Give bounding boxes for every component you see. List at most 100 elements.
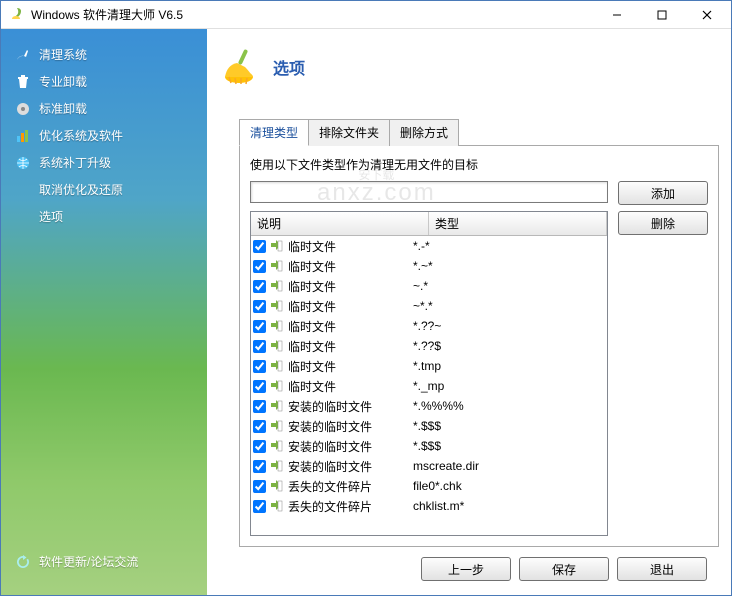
file-icon — [268, 418, 284, 434]
file-icon — [268, 438, 284, 454]
row-checkbox[interactable] — [253, 340, 266, 353]
row-type: ~.* — [413, 279, 607, 293]
row-type: mscreate.dir — [413, 459, 607, 473]
table-row[interactable]: 临时文件 *.-* — [251, 236, 607, 256]
file-icon — [268, 318, 284, 334]
row-type: ~*.* — [413, 299, 607, 313]
table-row[interactable]: 安装的临时文件 mscreate.dir — [251, 456, 607, 476]
sidebar-item-2[interactable]: 标准卸载 — [1, 95, 207, 122]
row-desc: 临时文件 — [288, 278, 336, 295]
row-desc: 临时文件 — [288, 298, 336, 315]
table-row[interactable]: 丢失的文件碎片file0*.chk — [251, 476, 607, 496]
file-icon — [268, 238, 284, 254]
row-checkbox[interactable] — [253, 420, 266, 433]
row-desc: 临时文件 — [288, 258, 336, 275]
page-header: 选项 — [219, 45, 719, 88]
sidebar-item-label: 取消优化及还原 — [39, 181, 123, 198]
row-checkbox[interactable] — [253, 480, 266, 493]
footer: 上一步 保存 退出 — [219, 547, 719, 585]
row-checkbox[interactable] — [253, 240, 266, 253]
sidebar-item-1[interactable]: 专业卸载 — [1, 68, 207, 95]
row-desc: 丢失的文件碎片 — [288, 498, 372, 515]
row-checkbox[interactable] — [253, 320, 266, 333]
row-type: *.$$$ — [413, 419, 607, 433]
refresh-icon — [15, 554, 31, 570]
table-row[interactable]: 丢失的文件碎片 chklist.m* — [251, 496, 607, 516]
row-checkbox[interactable] — [253, 440, 266, 453]
row-checkbox[interactable] — [253, 460, 266, 473]
row-type: *.??~ — [413, 319, 607, 333]
sidebar-item-label: 选项 — [39, 208, 63, 225]
file-icon — [268, 458, 284, 474]
file-icon — [268, 358, 284, 374]
tab-bar: 清理类型排除文件夹删除方式 — [239, 118, 719, 145]
row-checkbox[interactable] — [253, 500, 266, 513]
table-row[interactable]: 临时文件 *._mp — [251, 376, 607, 396]
sidebar-item-3[interactable]: 优化系统及软件 — [1, 122, 207, 149]
row-desc: 临时文件 — [288, 238, 336, 255]
column-header-desc[interactable]: 说明 — [251, 212, 429, 235]
trash-icon — [15, 74, 31, 90]
table-row[interactable]: 安装的临时文件 *.$$$ — [251, 416, 607, 436]
table-row[interactable]: 临时文件*.~* — [251, 256, 607, 276]
row-type: *._mp — [413, 379, 607, 393]
table-row[interactable]: 安装的临时文件*.%%%% — [251, 396, 607, 416]
sidebar: 清理系统专业卸载标准卸载优化系统及软件系统补丁升级取消优化及还原选项 软件更新/… — [1, 29, 207, 595]
tab-0[interactable]: 清理类型 — [239, 119, 309, 146]
filetype-input[interactable] — [250, 181, 608, 203]
delete-button[interactable]: 删除 — [618, 211, 708, 235]
file-icon — [268, 378, 284, 394]
row-type: *.-* — [413, 239, 607, 253]
row-checkbox[interactable] — [253, 300, 266, 313]
tab-1[interactable]: 排除文件夹 — [308, 119, 390, 146]
content-area: 选项 清理类型排除文件夹删除方式 使用以下文件类型作为清理无用文件的目标 添加 … — [207, 29, 731, 595]
add-button[interactable]: 添加 — [618, 181, 708, 205]
file-icon — [268, 478, 284, 494]
maximize-button[interactable] — [639, 2, 684, 28]
chart-icon — [15, 128, 31, 144]
row-type: *.tmp — [413, 359, 607, 373]
table-row[interactable]: 临时文件 *.??~ — [251, 316, 607, 336]
save-button[interactable]: 保存 — [519, 557, 609, 581]
row-desc: 安装的临时文件 — [288, 418, 372, 435]
broom-icon — [219, 45, 259, 88]
table-row[interactable]: 临时文件 ~*.* — [251, 296, 607, 316]
row-checkbox[interactable] — [253, 400, 266, 413]
sidebar-item-0[interactable]: 清理系统 — [1, 41, 207, 68]
globe-icon — [15, 155, 31, 171]
close-button[interactable] — [684, 2, 729, 28]
sidebar-item-update[interactable]: 软件更新/论坛交流 — [1, 548, 207, 575]
row-type: *.$$$ — [413, 439, 607, 453]
prev-button[interactable]: 上一步 — [421, 557, 511, 581]
row-type: chklist.m* — [413, 499, 607, 513]
sidebar-item-label: 优化系统及软件 — [39, 127, 123, 144]
file-icon — [268, 338, 284, 354]
row-desc: 临时文件 — [288, 378, 336, 395]
row-desc: 安装的临时文件 — [288, 458, 372, 475]
table-row[interactable]: 安装的临时文件 *.$$$ — [251, 436, 607, 456]
row-checkbox[interactable] — [253, 360, 266, 373]
column-header-type[interactable]: 类型 — [429, 212, 607, 235]
row-checkbox[interactable] — [253, 380, 266, 393]
app-icon — [9, 7, 25, 23]
row-desc: 临时文件 — [288, 358, 336, 375]
sidebar-item-6[interactable]: 选项 — [1, 203, 207, 230]
titlebar: Windows 软件清理大师 V6.5 — [1, 1, 731, 29]
row-checkbox[interactable] — [253, 280, 266, 293]
row-desc: 安装的临时文件 — [288, 438, 372, 455]
exit-button[interactable]: 退出 — [617, 557, 707, 581]
table-row[interactable]: 临时文件 ~.* — [251, 276, 607, 296]
file-icon — [268, 498, 284, 514]
table-row[interactable]: 临时文件*.??$ — [251, 336, 607, 356]
sidebar-item-5[interactable]: 取消优化及还原 — [1, 176, 207, 203]
row-checkbox[interactable] — [253, 260, 266, 273]
minimize-button[interactable] — [594, 2, 639, 28]
tab-2[interactable]: 删除方式 — [389, 119, 459, 146]
row-desc: 丢失的文件碎片 — [288, 478, 372, 495]
row-desc: 临时文件 — [288, 318, 336, 335]
sidebar-item-label: 系统补丁升级 — [39, 154, 111, 171]
table-body[interactable]: 临时文件*.-*临时文件*.~*临时文件~.*临时文件~*.*临时文件*.??~… — [251, 236, 607, 535]
sidebar-item-4[interactable]: 系统补丁升级 — [1, 149, 207, 176]
table-row[interactable]: 临时文件 *.tmp — [251, 356, 607, 376]
sidebar-item-label: 软件更新/论坛交流 — [39, 553, 138, 570]
